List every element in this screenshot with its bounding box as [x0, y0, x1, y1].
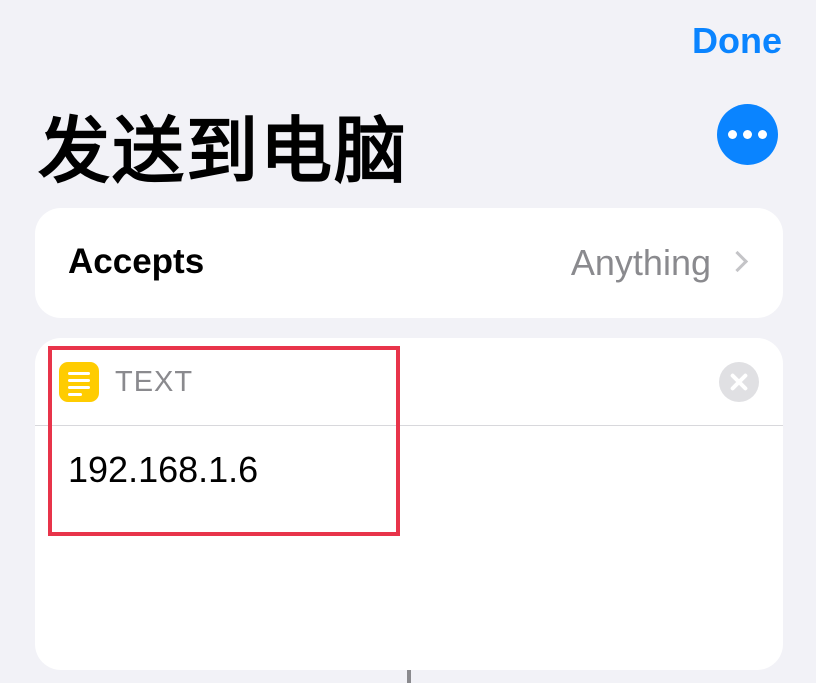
accepts-row[interactable]: Accepts Anything [35, 208, 783, 318]
accepts-value: Anything [570, 242, 711, 283]
page-title: 发送到电脑 [38, 109, 409, 193]
more-icon-dot [758, 130, 767, 139]
highlight-annotation [48, 346, 400, 536]
done-button[interactable]: Done [692, 20, 782, 62]
connector-line [407, 670, 411, 683]
chevron-right-icon [726, 250, 749, 273]
accepts-label: Accepts [68, 242, 205, 281]
clear-icon[interactable] [719, 362, 759, 402]
more-options-button[interactable] [717, 104, 778, 165]
more-icon [728, 130, 737, 139]
more-icon-dot [743, 130, 752, 139]
